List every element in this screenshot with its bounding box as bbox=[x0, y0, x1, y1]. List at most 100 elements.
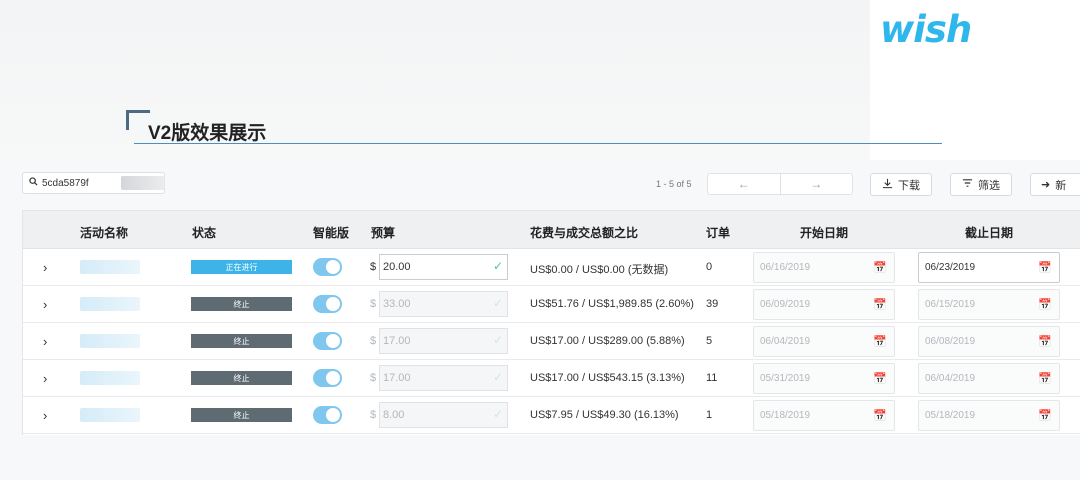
chevron-right-icon[interactable]: › bbox=[43, 334, 47, 349]
column-header: 开始日期 bbox=[800, 226, 849, 240]
next-page-button[interactable]: → bbox=[779, 174, 853, 194]
column-header: 智能版 bbox=[313, 226, 350, 240]
column-header: 截止日期 bbox=[965, 226, 1014, 240]
smart-toggle[interactable] bbox=[313, 332, 342, 350]
calendar-icon: 📅 bbox=[1038, 299, 1052, 311]
order-count: 39 bbox=[706, 298, 719, 310]
column-header: 订单 bbox=[706, 226, 731, 240]
start-date-field: 06/16/2019 📅 bbox=[753, 252, 895, 283]
search-icon bbox=[29, 177, 38, 189]
table-toolbar: 5cda5879f 1 - 5 of 5 ← → 下载 筛选 ➜ 新 bbox=[22, 172, 1080, 198]
budget-value: 17.00 bbox=[383, 372, 411, 384]
filter-label: 筛选 bbox=[978, 179, 1000, 192]
arrow-right-icon: ➜ bbox=[1041, 179, 1051, 191]
heading-divider bbox=[134, 143, 942, 144]
column-header: 花费与成交总额之比 bbox=[530, 226, 639, 240]
calendar-icon: 📅 bbox=[873, 262, 887, 274]
smart-toggle[interactable] bbox=[313, 369, 342, 387]
budget-input: 33.00 ✓ bbox=[379, 291, 508, 317]
filter-button[interactable]: 筛选 bbox=[950, 173, 1012, 196]
check-icon: ✓ bbox=[492, 370, 503, 384]
arrow-right-icon: → bbox=[810, 177, 823, 191]
chevron-right-icon[interactable]: › bbox=[43, 408, 47, 423]
table-row[interactable]: › 终止 $17.00 ✓ US$17.00 / US$289.00 (5.88%) 5 0… bbox=[23, 323, 1080, 360]
end-date-field: 06/15/2019 📅 bbox=[918, 289, 1060, 320]
chevron-right-icon[interactable]: › bbox=[43, 297, 47, 312]
start-date-value: 06/16/2019 bbox=[760, 262, 811, 273]
smart-toggle[interactable] bbox=[313, 295, 342, 313]
prev-page-button[interactable]: ← bbox=[708, 174, 780, 194]
arrow-left-icon: ← bbox=[737, 177, 750, 191]
budget-value: 20.00 bbox=[383, 261, 411, 273]
calendar-icon[interactable]: 📅 bbox=[1038, 261, 1052, 274]
budget-input: 8.00 ✓ bbox=[379, 402, 508, 428]
campaign-name-redacted bbox=[80, 334, 140, 348]
download-label: 下载 bbox=[898, 179, 920, 192]
status-badge: 终止 bbox=[191, 297, 292, 311]
smart-toggle[interactable] bbox=[313, 258, 342, 276]
budget-currency: $ bbox=[370, 261, 377, 273]
calendar-icon: 📅 bbox=[873, 410, 887, 422]
column-header: 活动名称 bbox=[80, 226, 129, 240]
wish-logo: wish bbox=[880, 8, 972, 51]
campaign-name-redacted bbox=[80, 260, 140, 274]
corner-bracket-icon bbox=[126, 110, 150, 130]
budget-input: 17.00 ✓ bbox=[379, 365, 508, 391]
campaign-table: 活动名称 状态 智能版 预算 花费与成交总额之比 订单 开始日期 截止日期 › 正… bbox=[22, 210, 1080, 435]
budget-input: 17.00 ✓ bbox=[379, 328, 508, 354]
order-count: 0 bbox=[706, 261, 713, 273]
calendar-icon: 📅 bbox=[1038, 410, 1052, 422]
spend-ratio: US$51.76 / US$1,989.85 (2.60%) bbox=[530, 298, 694, 310]
budget-currency: $ bbox=[370, 372, 377, 384]
budget-input[interactable]: 20.00 ✓ bbox=[379, 254, 508, 280]
pagination-status: 1 - 5 of 5 bbox=[656, 179, 692, 189]
calendar-icon: 📅 bbox=[1038, 373, 1052, 385]
start-date-field: 05/31/2019 📅 bbox=[753, 363, 895, 394]
budget-currency: $ bbox=[370, 409, 377, 421]
order-count: 11 bbox=[706, 372, 718, 384]
budget-currency: $ bbox=[370, 298, 377, 310]
table-row[interactable]: › 终止 $17.00 ✓ US$17.00 / US$543.15 (3.13%) 11… bbox=[23, 360, 1080, 397]
check-icon: ✓ bbox=[492, 407, 503, 421]
more-label: 新 bbox=[1055, 179, 1067, 192]
download-icon bbox=[882, 178, 893, 192]
column-header: 预算 bbox=[371, 226, 396, 240]
check-icon: ✓ bbox=[492, 296, 503, 310]
budget-value: 33.00 bbox=[383, 298, 411, 310]
start-date-field: 06/09/2019 📅 bbox=[753, 289, 895, 320]
table-row[interactable]: › 终止 $8.00 ✓ US$7.95 / US$49.30 (16.13%) 1 05/… bbox=[23, 397, 1080, 434]
start-date-field: 05/18/2019 📅 bbox=[753, 400, 895, 431]
spend-ratio: US$7.95 / US$49.30 (16.13%) bbox=[530, 409, 679, 421]
end-date-value: 06/04/2019 bbox=[925, 373, 976, 384]
start-date-value: 05/31/2019 bbox=[760, 373, 811, 384]
spend-ratio: US$17.00 / US$543.15 (3.13%) bbox=[530, 372, 685, 384]
column-header: 状态 bbox=[192, 226, 217, 240]
end-date-field[interactable]: 06/23/2019 📅 bbox=[918, 252, 1060, 283]
more-button[interactable]: ➜ 新 bbox=[1030, 173, 1080, 196]
check-icon: ✓ bbox=[492, 333, 503, 347]
budget-value: 17.00 bbox=[383, 335, 411, 347]
campaign-name-redacted bbox=[80, 408, 140, 422]
chevron-right-icon[interactable]: › bbox=[43, 260, 47, 275]
table-row[interactable]: › 终止 $33.00 ✓ US$51.76 / US$1,989.85 (2.60%)… bbox=[23, 286, 1080, 323]
start-date-value: 06/04/2019 bbox=[760, 336, 811, 347]
chevron-right-icon[interactable]: › bbox=[43, 371, 47, 386]
redacted-text bbox=[121, 176, 165, 190]
spend-ratio: US$17.00 / US$289.00 (5.88%) bbox=[530, 335, 685, 347]
download-button[interactable]: 下载 bbox=[870, 173, 932, 196]
end-date-field: 06/08/2019 📅 bbox=[918, 326, 1060, 357]
status-badge: 终止 bbox=[191, 334, 292, 348]
calendar-icon: 📅 bbox=[873, 373, 887, 385]
search-value: 5cda5879f bbox=[42, 177, 89, 189]
spend-ratio: US$0.00 / US$0.00 (无数据) bbox=[530, 264, 669, 276]
start-date-value: 06/09/2019 bbox=[760, 299, 811, 310]
end-date-value: 05/18/2019 bbox=[925, 410, 976, 421]
budget-currency: $ bbox=[370, 335, 377, 347]
table-header: 活动名称 状态 智能版 预算 花费与成交总额之比 订单 开始日期 截止日期 bbox=[23, 211, 1080, 249]
calendar-icon: 📅 bbox=[1038, 336, 1052, 348]
start-date-field: 06/04/2019 📅 bbox=[753, 326, 895, 357]
check-icon[interactable]: ✓ bbox=[493, 259, 503, 273]
smart-toggle[interactable] bbox=[313, 406, 342, 424]
table-row[interactable]: › 正在进行 $20.00 ✓ US$0.00 / US$0.00 (无数据) 0 06/1… bbox=[23, 249, 1080, 286]
search-input[interactable]: 5cda5879f bbox=[22, 172, 165, 194]
